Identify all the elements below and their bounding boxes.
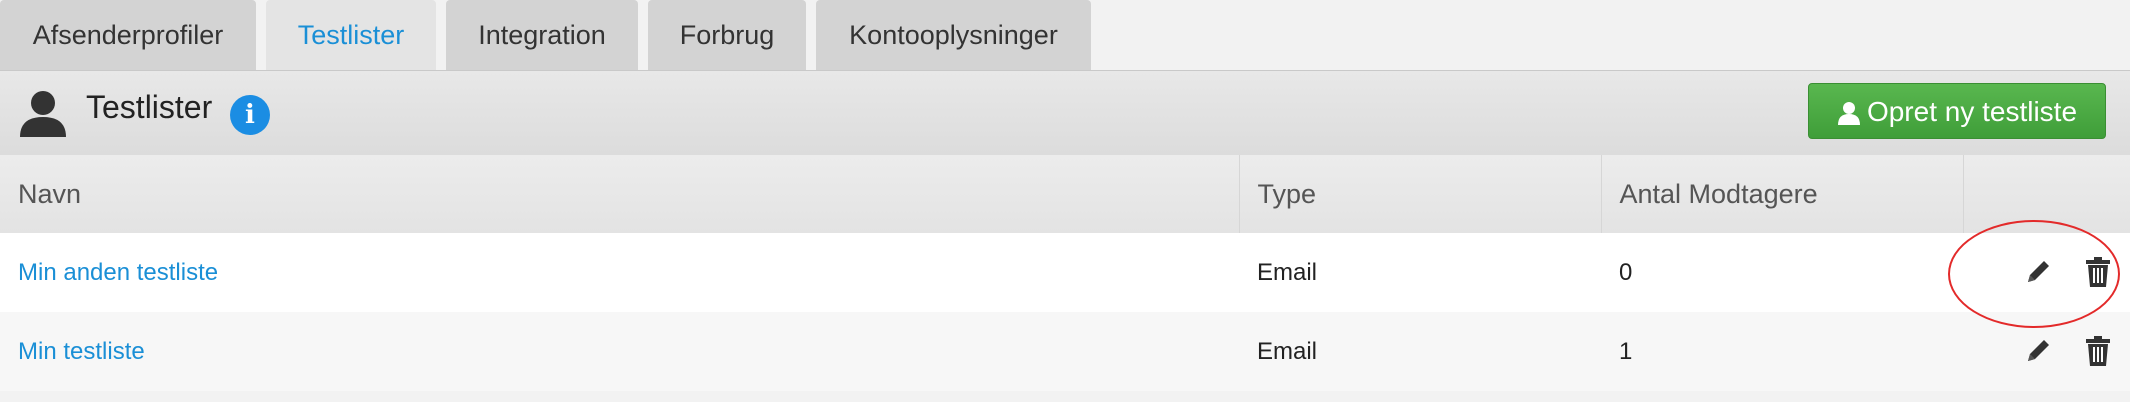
column-header-navn[interactable]: Navn [0, 155, 1240, 233]
highlight-circle [1948, 220, 2120, 328]
type-cell: Email [1239, 312, 1601, 391]
page-title: Testlister [86, 89, 213, 125]
tab-afsenderprofiler[interactable]: Afsenderprofiler [0, 0, 256, 70]
testlist-name-link[interactable]: Min testliste [18, 338, 145, 365]
column-header-type[interactable]: Type [1239, 155, 1602, 233]
tab-kontooplysninger[interactable]: Kontooplysninger [816, 0, 1091, 70]
page-header: Testlister i Opret ny testliste [0, 70, 2130, 156]
tab-testlister[interactable]: Testlister [266, 0, 436, 70]
testlist-name-link[interactable]: Min anden testliste [18, 259, 218, 286]
type-cell: Email [1239, 233, 1601, 312]
testlist-table: Navn Type Antal Modtagere Min anden test… [0, 155, 2130, 391]
pencil-icon[interactable] [2023, 336, 2053, 373]
count-cell: 0 [1601, 233, 1963, 312]
count-cell: 1 [1601, 312, 1963, 391]
user-icon [18, 89, 68, 142]
column-header-antal[interactable]: Antal Modtagere [1601, 155, 1964, 233]
user-icon [1837, 102, 1860, 125]
info-icon[interactable]: i [230, 95, 270, 135]
tab-forbrug[interactable]: Forbrug [648, 0, 806, 70]
create-testlist-label: Opret ny testliste [1866, 96, 2078, 127]
create-testlist-button[interactable]: Opret ny testliste [1808, 83, 2106, 139]
tab-integration[interactable]: Integration [446, 0, 638, 70]
tab-bar: Afsenderprofiler Testlister Integration … [0, 0, 2130, 70]
trash-icon[interactable] [2085, 336, 2111, 373]
table-row: Min testliste Email 1 [0, 312, 2130, 391]
table-row: Min anden testliste Email 0 [0, 233, 2130, 312]
